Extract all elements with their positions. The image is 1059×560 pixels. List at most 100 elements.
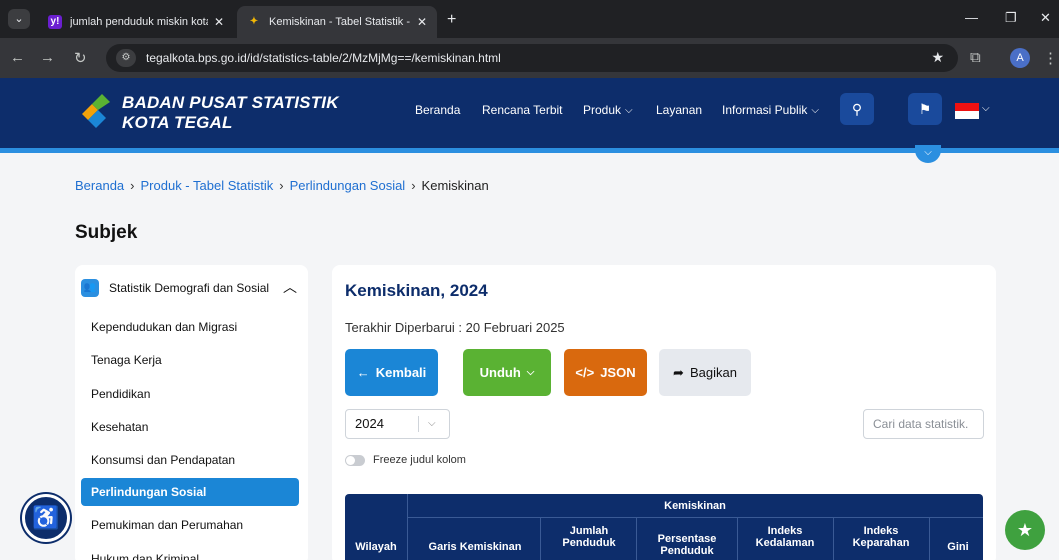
nav-rencana-terbit[interactable]: Rencana Terbit xyxy=(482,103,563,117)
code-icon: </> xyxy=(575,365,595,380)
share-label: Bagikan xyxy=(689,365,737,380)
search-button[interactable]: ⚲ xyxy=(840,93,874,125)
table-divider xyxy=(833,518,834,560)
people-icon: 👥 xyxy=(81,279,99,297)
address-bar-row: ← → ↻ ⚙ tegalkota.bps.go.id/id/statistic… xyxy=(0,38,1059,78)
column-header: Indeks Kedalaman xyxy=(755,525,815,549)
sidebar-item-hukum[interactable]: Hukum dan Kriminal xyxy=(81,545,299,560)
json-button[interactable]: </> JSON xyxy=(564,349,647,396)
nav-label: Produk xyxy=(583,103,622,117)
nav-label: Layanan xyxy=(656,103,703,117)
tab-title: Kemiskinan - Tabel Statistik - B xyxy=(269,16,411,28)
bookmark-star-icon[interactable]: ★ xyxy=(931,49,944,66)
browser-tab-search[interactable]: y! jumlah penduduk miskin kota t ✕ xyxy=(38,6,234,38)
sidebar-group-label: Statistik Demografi dan Sosial xyxy=(109,281,270,295)
reload-icon[interactable]: ↻ xyxy=(74,49,87,67)
sidebar-item-perlindungan-sosial[interactable]: Perlindungan Sosial xyxy=(81,478,299,506)
breadcrumb-current: Kemiskinan xyxy=(421,178,489,193)
location-pin-icon: ⚑ xyxy=(918,101,932,117)
accessibility-button[interactable]: ♿ xyxy=(22,494,70,542)
freeze-toggle[interactable] xyxy=(345,454,365,466)
chevron-down-icon: ⌵ xyxy=(811,104,819,116)
tab-title: jumlah penduduk miskin kota t xyxy=(70,16,208,28)
table-divider xyxy=(929,518,930,560)
sidebar-item-pendidikan[interactable]: Pendidikan xyxy=(81,380,299,408)
chevron-up-icon[interactable]: ︿ xyxy=(283,277,297,297)
search-icon: ⚲ xyxy=(851,101,863,117)
brand-line-1: BADAN PUSAT STATISTIK xyxy=(122,93,339,112)
nav-informasi-publik[interactable]: Informasi Publik ⌵ xyxy=(722,103,819,117)
restore-icon[interactable]: ❐ xyxy=(1005,10,1017,26)
close-tab-icon[interactable]: ✕ xyxy=(417,15,427,29)
site-header: BADAN PUSAT STATISTIK KOTA TEGAL Beranda… xyxy=(0,78,1059,148)
language-flag-icon[interactable] xyxy=(955,103,979,119)
breadcrumb-produk[interactable]: Produk - Tabel Statistik xyxy=(141,178,274,193)
chevron-right-icon: › xyxy=(411,178,416,193)
chevron-right-icon: › xyxy=(279,178,284,193)
column-header: Jumlah Penduduk xyxy=(562,525,616,549)
sidebar-group-header[interactable]: 👥 Statistik Demografi dan Sosial ︿ xyxy=(81,275,301,301)
year-select[interactable]: 2024 ⌵ xyxy=(345,409,450,439)
sidebar-item-pemukiman[interactable]: Pemukiman dan Perumahan xyxy=(81,511,299,539)
download-button[interactable]: Unduh ⌵ xyxy=(463,349,551,396)
nav-label: Informasi Publik xyxy=(722,103,808,117)
breadcrumb-perlindungan-sosial[interactable]: Perlindungan Sosial xyxy=(290,178,406,193)
extensions-icon[interactable]: ⧉ xyxy=(970,49,981,66)
browser-tab-active[interactable]: ✦ Kemiskinan - Tabel Statistik - B ✕ xyxy=(237,6,437,38)
close-tab-icon[interactable]: ✕ xyxy=(214,15,224,29)
select-divider xyxy=(418,416,419,432)
nav-produk[interactable]: Produk ⌵ xyxy=(583,103,633,117)
nav-label: Rencana Terbit xyxy=(482,103,563,117)
sidebar-item-tenaga-kerja[interactable]: Tenaga Kerja xyxy=(81,346,299,374)
back-icon[interactable]: ← xyxy=(10,49,25,66)
new-tab-icon[interactable]: + xyxy=(447,11,456,29)
star-icon: ★ xyxy=(1016,520,1034,540)
nav-layanan[interactable]: Layanan xyxy=(656,103,702,117)
year-value: 2024 xyxy=(355,416,384,431)
table-group-header: Kemiskinan xyxy=(664,500,726,512)
brand-name[interactable]: BADAN PUSAT STATISTIK KOTA TEGAL xyxy=(122,93,339,133)
forward-icon[interactable]: → xyxy=(40,49,55,66)
chevron-down-icon: ⌵ xyxy=(428,418,436,429)
location-button[interactable]: ⚑ xyxy=(908,93,942,125)
statistics-table-header: Kemiskinan Wilayah Garis Kemiskinan Juml… xyxy=(345,494,983,560)
table-panel: Kemiskinan, 2024 Terakhir Diperbarui : 2… xyxy=(332,265,996,560)
share-button[interactable]: ➦ Bagikan xyxy=(659,349,751,396)
table-divider xyxy=(407,494,408,560)
search-input[interactable]: Cari data statistik. xyxy=(863,409,984,439)
chevron-down-icon: ⌵ xyxy=(526,367,535,378)
back-button[interactable]: ← Kembali xyxy=(345,349,438,396)
url-input[interactable]: ⚙ tegalkota.bps.go.id/id/statistics-tabl… xyxy=(106,44,958,72)
collapse-header-chevron-icon[interactable]: ⌵ xyxy=(915,145,941,163)
column-header: Persentase Penduduk xyxy=(657,533,717,557)
brand-line-2: KOTA TEGAL xyxy=(122,113,233,132)
minimize-icon[interactable]: — xyxy=(965,10,978,25)
column-header: Gini xyxy=(947,541,969,553)
browser-menu-icon[interactable]: ⋮ xyxy=(1043,49,1058,67)
last-updated-text: Terakhir Diperbarui : 20 Februari 2025 xyxy=(345,320,565,335)
nav-label: Beranda xyxy=(415,103,461,117)
yahoo-icon: y! xyxy=(48,15,62,29)
sidebar-item-kesehatan[interactable]: Kesehatan xyxy=(81,413,299,441)
favorite-fab-button[interactable]: ★ xyxy=(1005,510,1045,550)
close-window-icon[interactable]: ✕ xyxy=(1040,10,1051,26)
site-info-icon[interactable]: ⚙ xyxy=(116,49,136,67)
bps-icon: ✦ xyxy=(249,16,259,27)
back-label: Kembali xyxy=(375,365,427,380)
sidebar-item-konsumsi[interactable]: Konsumsi dan Pendapatan xyxy=(81,446,299,474)
table-divider xyxy=(540,518,541,560)
chevron-down-icon: ⌵ xyxy=(625,104,633,116)
chevron-down-icon[interactable]: ⌵ xyxy=(982,103,990,114)
nav-beranda[interactable]: Beranda xyxy=(415,103,460,117)
url-text: tegalkota.bps.go.id/id/statistics-table/… xyxy=(146,51,501,65)
sidebar-item-kependudukan[interactable]: Kependudukan dan Migrasi xyxy=(81,313,299,341)
table-divider xyxy=(737,518,738,560)
download-label: Unduh xyxy=(479,365,521,380)
profile-avatar[interactable]: A xyxy=(1010,48,1030,68)
breadcrumb-beranda[interactable]: Beranda xyxy=(75,178,124,193)
tab-search-chevron-icon[interactable]: ⌄ xyxy=(8,9,30,29)
accessibility-icon: ♿ xyxy=(32,505,60,530)
freeze-toggle-row[interactable]: Freeze judul kolom xyxy=(345,454,466,466)
arrow-left-icon: ← xyxy=(356,365,370,380)
freeze-label: Freeze judul kolom xyxy=(373,454,466,466)
